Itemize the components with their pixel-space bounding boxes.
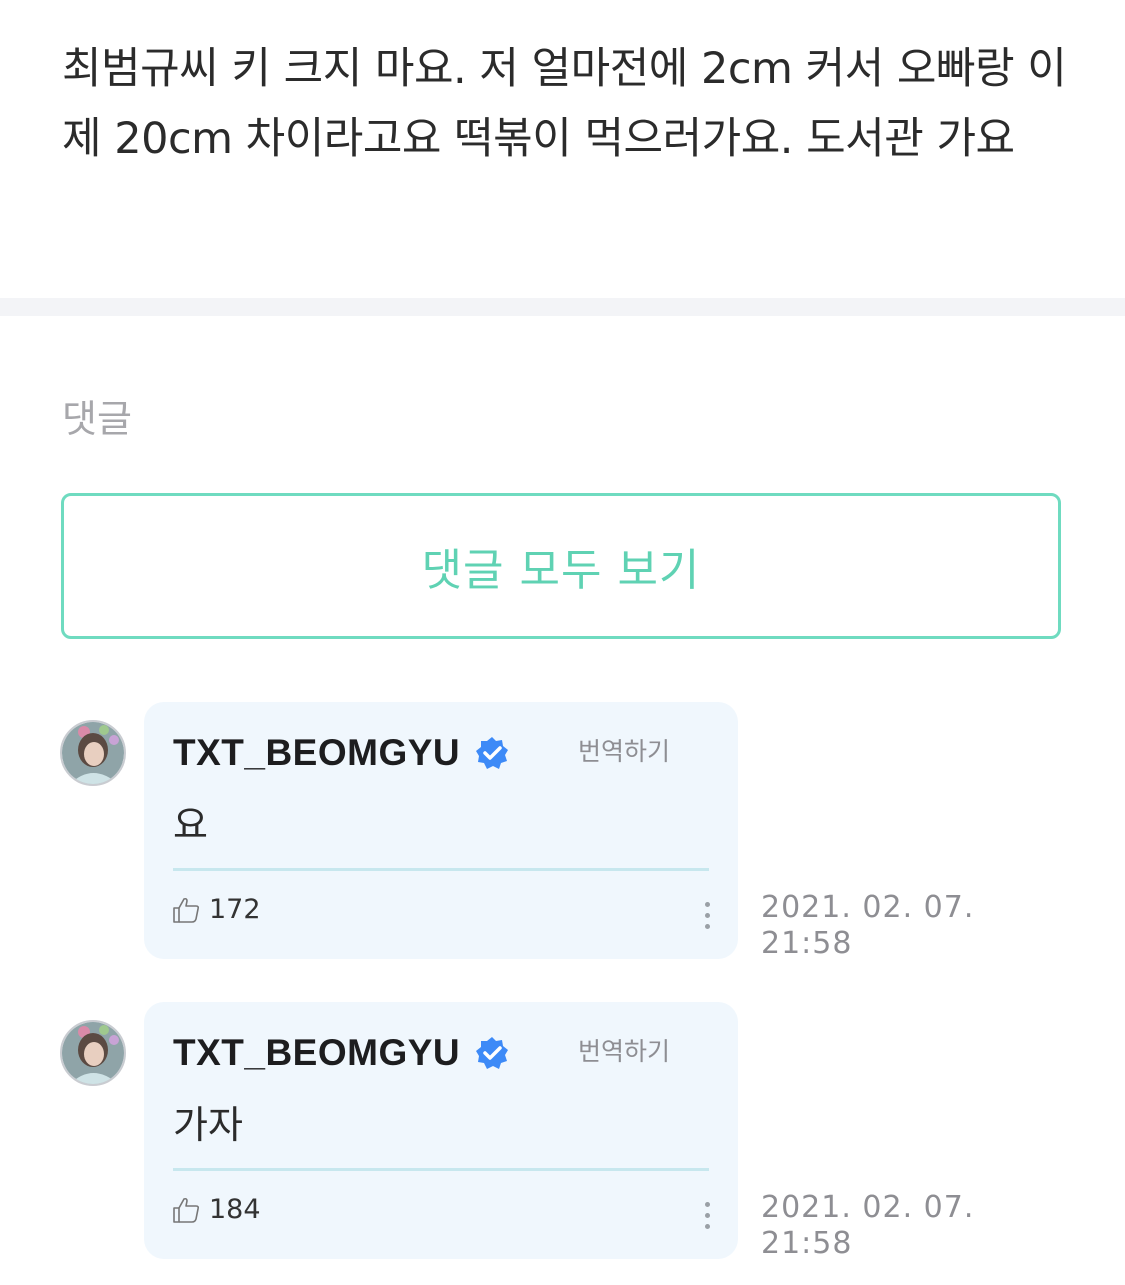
comment-date: 2021. 02. 07. — [761, 890, 975, 925]
comments-heading: 댓글 — [62, 397, 132, 441]
avatar[interactable] — [60, 1020, 126, 1086]
comment-date: 2021. 02. 07. — [761, 1190, 975, 1225]
verified-badge-icon — [476, 1037, 509, 1069]
comment-bubble: TXT_BEOMGYU 번역하기 가자 184 — [144, 1002, 738, 1259]
section-divider — [0, 298, 1125, 316]
comment-bubble: TXT_BEOMGYU 번역하기 요 172 — [144, 702, 738, 959]
more-options-icon[interactable] — [704, 1202, 710, 1229]
like-count: 184 — [209, 1194, 261, 1225]
more-options-icon[interactable] — [704, 902, 710, 929]
comment-text: 가자 — [173, 1103, 243, 1147]
comment-timestamp: 2021. 02. 07. 21:58 — [761, 1190, 1001, 1262]
post-body: 최범규씨 키 크지 마요. 저 얼마전에 2cm 커서 오빠랑 이제 20cm … — [62, 44, 1067, 164]
comment-time: 21:58 — [761, 926, 853, 961]
like-count: 172 — [209, 894, 261, 925]
translate-button[interactable]: 번역하기 — [578, 732, 670, 768]
like-button[interactable]: 172 — [171, 894, 261, 925]
bubble-divider — [173, 1168, 709, 1171]
avatar[interactable] — [60, 720, 126, 786]
comment-text: 요 — [173, 803, 208, 847]
comment-item: TXT_BEOMGYU 번역하기 요 172 2021. 02. 07. 21:… — [0, 702, 1125, 962]
thumbs-up-icon — [173, 897, 200, 923]
verified-badge-icon — [476, 737, 509, 769]
like-button[interactable]: 184 — [171, 1194, 261, 1225]
comment-time: 21:58 — [761, 1226, 853, 1261]
comment-author[interactable]: TXT_BEOMGYU — [173, 732, 510, 774]
author-name[interactable]: TXT_BEOMGYU — [173, 732, 460, 774]
bubble-divider — [173, 868, 709, 871]
author-name[interactable]: TXT_BEOMGYU — [173, 1032, 460, 1074]
comment-item: TXT_BEOMGYU 번역하기 가자 184 2021. 02. 07. 21… — [0, 1002, 1125, 1262]
comment-timestamp: 2021. 02. 07. 21:58 — [761, 890, 1001, 962]
view-all-comments-button[interactable]: 댓글 모두 보기 — [61, 493, 1061, 639]
translate-button[interactable]: 번역하기 — [578, 1032, 670, 1068]
thumbs-up-icon — [173, 1197, 200, 1223]
comment-author[interactable]: TXT_BEOMGYU — [173, 1032, 510, 1074]
